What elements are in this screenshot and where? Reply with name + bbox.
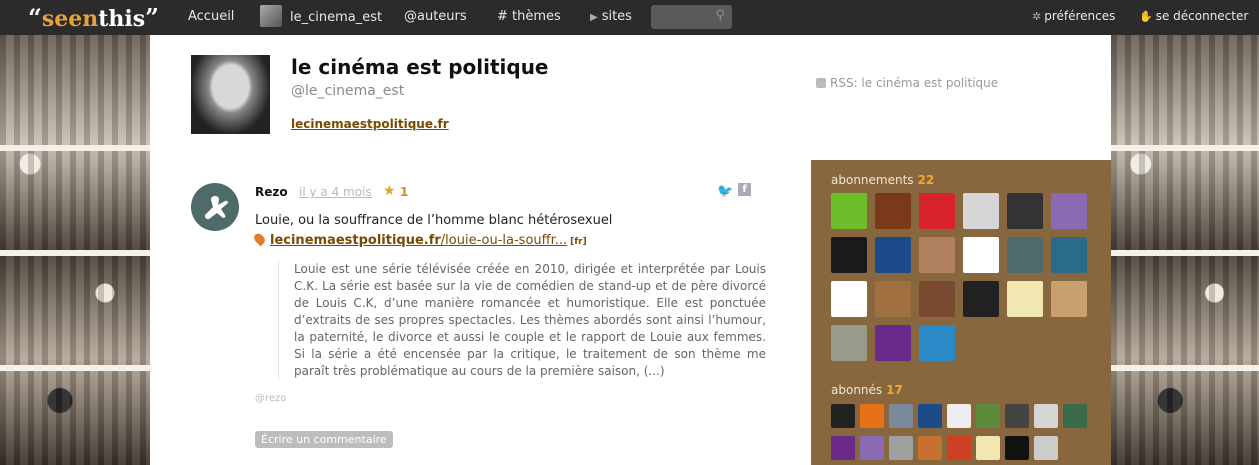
nav-logout[interactable]: ✋ se déconnecter: [1139, 9, 1248, 23]
avatar-person-2[interactable]: [1051, 237, 1087, 273]
avatar-sketch[interactable]: [1007, 281, 1043, 317]
avatar-eye-me[interactable]: [919, 325, 955, 361]
post-quote: Louie est une série télévisée créée en 2…: [278, 261, 766, 380]
profile-handle: @le_cinema_est: [291, 83, 405, 99]
nav-user[interactable]: le_cinema_est: [260, 5, 382, 27]
background-photo-right: [1111, 35, 1259, 465]
avatar-cartoon-face[interactable]: [1051, 193, 1087, 229]
nav-user-label: le_cinema_est: [290, 9, 383, 25]
user-avatar: [260, 5, 282, 27]
avatar-checker[interactable]: [1007, 193, 1043, 229]
sub-avatar-12[interactable]: [889, 436, 913, 460]
sub-avatar-9[interactable]: [1063, 404, 1087, 428]
pin-icon: [252, 231, 267, 247]
sub-avatar-7[interactable]: [1005, 404, 1029, 428]
nav-preferences[interactable]: ✲ préférences: [1032, 9, 1115, 23]
nav-sites[interactable]: ▶ sites: [590, 9, 632, 24]
nav-home[interactable]: Accueil: [188, 9, 234, 24]
top-bar: “seenthis” Accueil le_cinema_est @auteur…: [0, 0, 1259, 35]
avatar-default[interactable]: [963, 193, 999, 229]
avatar-person-3[interactable]: [875, 281, 911, 317]
sub-avatar-4[interactable]: [918, 404, 942, 428]
avatar-fire-logo[interactable]: [875, 193, 911, 229]
avatar-glasses[interactable]: [1051, 281, 1087, 317]
subscribers-heading: abonnés 17: [831, 383, 903, 397]
avatar-gm[interactable]: [963, 281, 999, 317]
avatar-invader[interactable]: [831, 281, 867, 317]
rss-link[interactable]: RSS: le cinéma est politique: [816, 76, 998, 90]
avatar-robot[interactable]: [831, 237, 867, 273]
seenthis-logo[interactable]: “seenthis”: [28, 3, 159, 32]
profile-website-link[interactable]: lecinemaestpolitique.fr: [291, 117, 449, 131]
post-date[interactable]: il y a 4 mois: [299, 185, 372, 199]
profile-name: le cinéma est politique: [291, 55, 549, 79]
twitter-icon[interactable]: 🐦: [717, 184, 733, 199]
post-footer-tag[interactable]: @rezo: [255, 393, 286, 404]
avatar-purple[interactable]: [875, 325, 911, 361]
post-author[interactable]: Rezo: [255, 185, 288, 199]
post-author-avatar[interactable]: [191, 183, 239, 231]
avatar-person-1[interactable]: [919, 237, 955, 273]
avatar-teal-bird[interactable]: [1007, 237, 1043, 273]
sub-avatar-10[interactable]: [831, 436, 855, 460]
sub-avatar-17[interactable]: [1034, 436, 1058, 460]
write-comment-button[interactable]: Écrire un commentaire: [255, 431, 393, 448]
nav-authors[interactable]: @auteurs: [404, 9, 467, 24]
post-title: Louie, ou la souffrance de l’homme blanc…: [255, 213, 613, 228]
facebook-icon[interactable]: f: [738, 183, 751, 196]
avatar-knot[interactable]: [875, 237, 911, 273]
avatar-photo[interactable]: [831, 325, 867, 361]
search-box[interactable]: ⚲: [651, 5, 732, 29]
bird-logo-icon: [205, 196, 228, 220]
avatar-orange-t[interactable]: [963, 237, 999, 273]
sub-avatar-15[interactable]: [976, 436, 1000, 460]
search-icon[interactable]: ⚲: [715, 8, 725, 23]
profile-avatar: [191, 55, 270, 134]
post-link[interactable]: lecinemaestpolitique.fr/louie-ou-la-souf…: [252, 231, 587, 248]
avatar-red-quote[interactable]: [919, 193, 955, 229]
gear-icon: ✲: [1032, 10, 1042, 23]
subscriptions-panel: abonnements 22 abonnés 17: [811, 160, 1111, 465]
avatar-green-quote[interactable]: [831, 193, 867, 229]
sub-avatar-3[interactable]: [889, 404, 913, 428]
sub-avatar-13[interactable]: [918, 436, 942, 460]
sub-avatar-14[interactable]: [947, 436, 971, 460]
sub-avatar-16[interactable]: [1005, 436, 1029, 460]
logout-icon: ✋: [1139, 10, 1153, 23]
avatar-person-4[interactable]: [919, 281, 955, 317]
rss-icon: [816, 78, 826, 88]
main-content: le cinéma est politique @le_cinema_est l…: [150, 35, 1111, 465]
nav-themes[interactable]: # thèmes: [497, 9, 561, 24]
subscriptions-heading: abonnements 22: [831, 173, 935, 187]
play-icon: ▶: [590, 12, 598, 23]
sub-avatar-11[interactable]: [860, 436, 884, 460]
sub-avatar-2[interactable]: [860, 404, 884, 428]
sub-avatar-6[interactable]: [976, 404, 1000, 428]
search-input[interactable]: [657, 8, 711, 26]
star-count: 1: [400, 185, 409, 199]
sub-avatar-1[interactable]: [831, 404, 855, 428]
sub-avatar-8[interactable]: [1034, 404, 1058, 428]
star-icon[interactable]: ★: [383, 183, 396, 199]
background-photo-left: [0, 35, 150, 465]
sub-avatar-5[interactable]: [947, 404, 971, 428]
